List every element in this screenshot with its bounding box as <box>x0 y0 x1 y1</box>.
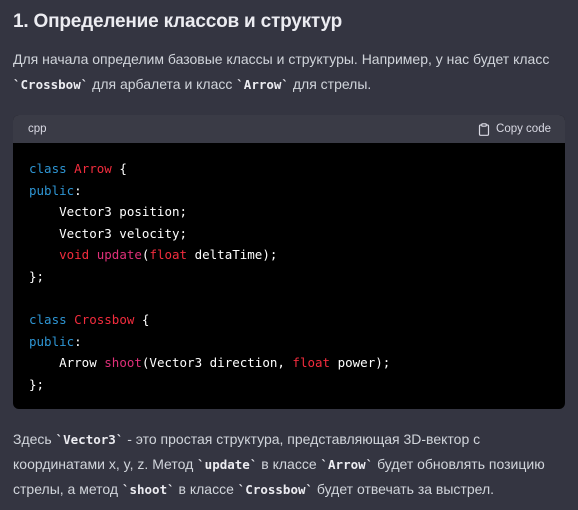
code-language-label: cpp <box>28 123 47 135</box>
inline-code-update: `update` <box>197 457 258 472</box>
copy-code-button[interactable]: Copy code <box>478 122 551 136</box>
code-line: class Arrow { <box>29 161 127 176</box>
outro-text: в классе <box>174 481 238 497</box>
code-text: power); <box>330 355 391 371</box>
inline-code-vector3: `Vector3` <box>55 432 124 447</box>
code-line: }; <box>29 268 45 284</box>
code-block-header: cpp Copy code <box>13 115 565 143</box>
code-text: : <box>74 333 82 349</box>
function-name-token: shoot <box>104 355 142 371</box>
chat-message: 1. Определение классов и структур Для на… <box>0 0 578 510</box>
code-line: }; <box>29 376 45 392</box>
code-line: Vector3 velocity; <box>29 225 188 241</box>
type-token: float <box>292 355 331 371</box>
code-line: class Crossbow { <box>29 312 149 327</box>
keyword-token: class <box>29 312 67 328</box>
code-text: (Vector3 direction, <box>141 355 293 371</box>
intro-text: Для начала определим базовые классы и ст… <box>13 51 550 67</box>
clipboard-icon <box>478 122 490 136</box>
outro-text: будет отвечать за выстрел. <box>313 481 495 497</box>
code-text: Arrow <box>29 355 105 371</box>
keyword-token: public <box>29 333 75 349</box>
class-name-token: Arrow <box>74 161 112 176</box>
code-line: public: <box>29 334 82 349</box>
inline-code-arrow: `Arrow` <box>236 77 289 92</box>
code-text: : <box>74 182 82 198</box>
outro-text: Здесь <box>13 431 56 447</box>
code-content: class Arrow { public: Vector3 position; … <box>13 143 565 396</box>
code-line: public: <box>29 183 82 198</box>
class-name-token: Crossbow <box>74 312 135 328</box>
type-token: float <box>149 247 188 263</box>
code-line: void update(float deltaTime); <box>29 247 277 262</box>
explanation-paragraph: Здесь `Vector3` - это простая структура,… <box>13 427 568 502</box>
section-heading: 1. Определение классов и структур <box>13 11 343 32</box>
intro-text: для арбалета и класс <box>88 76 237 92</box>
inline-code-shoot: `shoot` <box>121 482 175 497</box>
code-line: Vector3 position; <box>29 204 188 220</box>
code-text: { <box>134 312 150 328</box>
outro-text: в классе <box>257 456 321 472</box>
code-text: deltaTime); <box>187 247 278 263</box>
copy-code-label: Copy code <box>496 123 551 135</box>
code-line: Arrow shoot(Vector3 direction, float pow… <box>29 355 390 370</box>
intro-text: для стрелы. <box>288 76 372 92</box>
function-name-token: update <box>96 247 142 263</box>
code-block: cpp Copy code class Arrow { public: Vect… <box>13 115 565 409</box>
keyword-token: void <box>59 247 90 263</box>
inline-code-arrow: `Arrow` <box>320 457 374 472</box>
inline-code-crossbow: `Crossbow` <box>237 482 314 497</box>
keyword-token: class <box>29 161 67 176</box>
code-text: { <box>111 161 127 176</box>
intro-paragraph: Для начала определим базовые классы и ст… <box>13 47 568 97</box>
inline-code-crossbow: `Crossbow` <box>13 77 89 92</box>
keyword-token: public <box>29 182 75 198</box>
